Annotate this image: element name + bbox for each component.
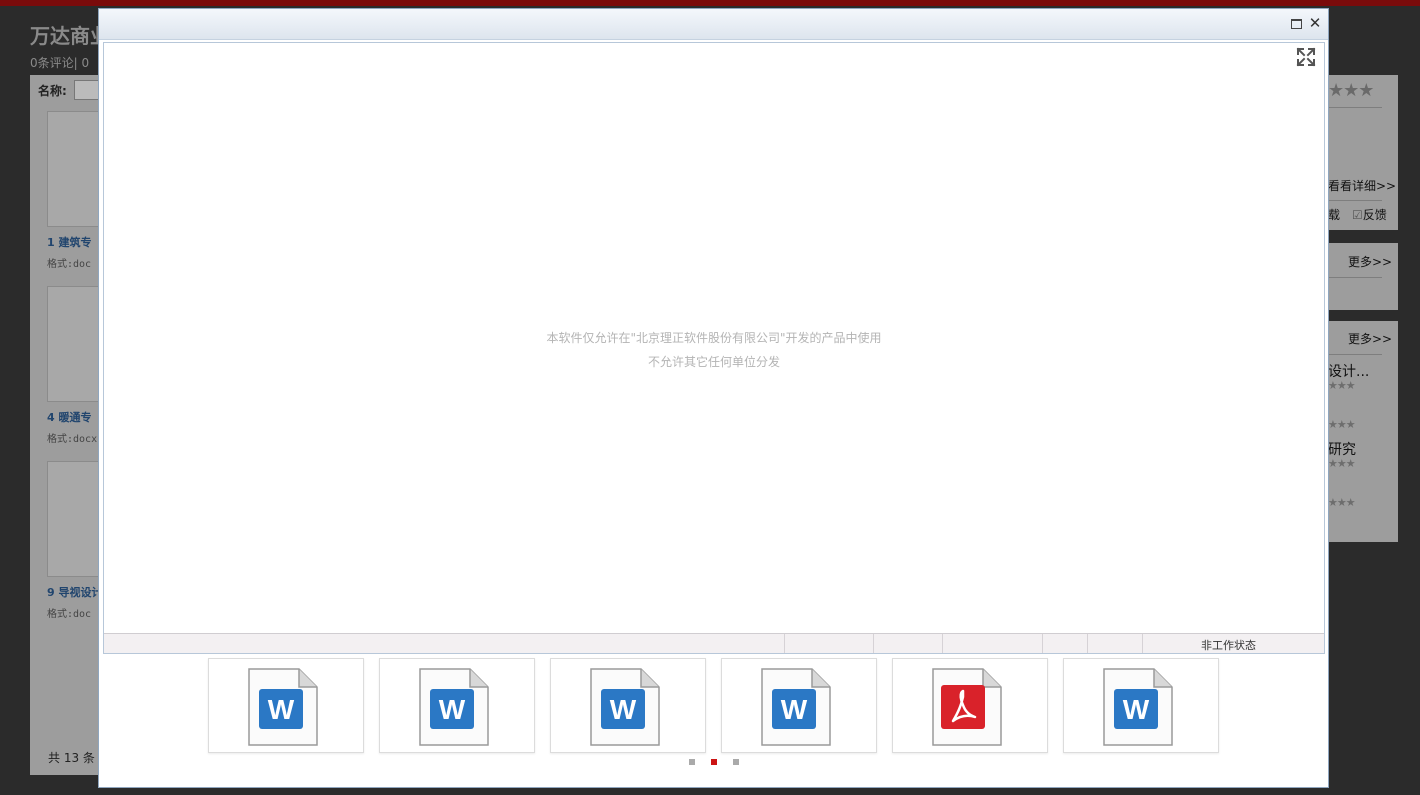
file-preview-thumb[interactable] bbox=[47, 461, 101, 577]
file-preview-thumb[interactable] bbox=[47, 111, 101, 227]
recommend-item-title[interactable]: 设计... bbox=[1328, 361, 1369, 381]
word-file-icon: W bbox=[590, 668, 660, 746]
viewer-status-bar: 非工作状态 bbox=[104, 633, 1324, 653]
status-divider bbox=[942, 634, 943, 653]
word-file-icon: W bbox=[1103, 668, 1173, 746]
file-format: 格式:docx bbox=[47, 434, 98, 445]
svg-text:W: W bbox=[1123, 694, 1150, 725]
word-thumbnail[interactable]: W bbox=[1063, 658, 1219, 753]
file-format: 格式:doc bbox=[47, 259, 92, 270]
word-file-icon: W bbox=[761, 668, 831, 746]
view-detail-link[interactable]: 看看详细>> bbox=[1328, 177, 1396, 194]
pdf-thumbnail[interactable] bbox=[892, 658, 1048, 753]
status-divider bbox=[784, 634, 785, 653]
file-item-link[interactable]: 4 暖通专 bbox=[47, 409, 91, 425]
file-item-link[interactable]: 9 导视设计 bbox=[47, 584, 102, 600]
file-item-link[interactable]: 1 建筑专 bbox=[47, 234, 91, 250]
document-viewer-dialog: ✕ 本软件仅允许在"北京理正软件股份有限公司"开发的产品中使用 不允许其它任何单… bbox=[98, 8, 1329, 788]
close-icon[interactable]: ✕ bbox=[1307, 15, 1323, 31]
work-status-text: 非工作状态 bbox=[1201, 639, 1256, 652]
rating-stars: ★★★ bbox=[1328, 80, 1374, 101]
name-label: 名称: bbox=[38, 84, 67, 98]
svg-text:W: W bbox=[781, 694, 808, 725]
pager-dot-1[interactable] bbox=[689, 759, 695, 765]
feedback-label: 反馈 bbox=[1362, 208, 1387, 222]
recommend-item-stars: ★★★ bbox=[1328, 496, 1356, 509]
license-notice-line2: 不允许其它任何单位分发 bbox=[647, 355, 780, 369]
status-divider bbox=[1087, 634, 1088, 653]
more-link[interactable]: 更多>> bbox=[1348, 253, 1392, 270]
status-divider bbox=[1142, 634, 1143, 653]
file-preview-thumb[interactable] bbox=[47, 286, 101, 402]
comment-count: 0条评论| 0 bbox=[30, 56, 90, 70]
word-file-icon: W bbox=[248, 668, 318, 746]
total-count: 共 13 条 bbox=[48, 751, 95, 765]
file-format: 格式:doc bbox=[47, 609, 92, 620]
word-thumbnail[interactable]: W bbox=[208, 658, 364, 753]
license-notice-line1: 本软件仅允许在"北京理正软件股份有限公司"开发的产品中使用 bbox=[546, 331, 882, 345]
document-viewer-area[interactable]: 本软件仅允许在"北京理正软件股份有限公司"开发的产品中使用 不允许其它任何单位分… bbox=[103, 42, 1325, 654]
recommend-item-stars: ★★★ bbox=[1328, 457, 1356, 470]
fullscreen-icon[interactable] bbox=[1296, 47, 1316, 67]
svg-text:W: W bbox=[610, 694, 637, 725]
download-link[interactable]: 载 bbox=[1328, 206, 1340, 223]
more-link[interactable]: 更多>> bbox=[1348, 330, 1392, 347]
status-divider bbox=[1042, 634, 1043, 653]
recommend-item-title[interactable]: 研究 bbox=[1328, 439, 1356, 459]
svg-text:W: W bbox=[439, 694, 466, 725]
word-thumbnail[interactable]: W bbox=[721, 658, 877, 753]
related-panel: 更多>> bbox=[1328, 243, 1398, 310]
pdf-file-icon bbox=[932, 668, 1002, 746]
feedback-icon: ☑ bbox=[1352, 208, 1363, 222]
dialog-titlebar[interactable]: ✕ bbox=[99, 9, 1328, 40]
feedback-link[interactable]: ☑反馈 bbox=[1352, 206, 1387, 223]
recommend-item-stars: ★★★ bbox=[1328, 379, 1356, 392]
word-thumbnail[interactable]: W bbox=[550, 658, 706, 753]
maximize-icon[interactable] bbox=[1288, 15, 1304, 31]
svg-text:W: W bbox=[268, 694, 295, 725]
pager-dot-2[interactable] bbox=[711, 759, 717, 765]
pager-dot-3[interactable] bbox=[733, 759, 739, 765]
word-thumbnail[interactable]: W bbox=[379, 658, 535, 753]
word-file-icon: W bbox=[419, 668, 489, 746]
top-bar bbox=[0, 0, 1420, 6]
rating-panel: ★★★ 看看详细>> 载 ☑反馈 bbox=[1328, 75, 1398, 230]
status-divider bbox=[873, 634, 874, 653]
recommend-item-stars: ★★★ bbox=[1328, 418, 1356, 431]
recommend-panel: 更多>> 设计... ★★★ ★★★ 研究 ★★★ ★★★ bbox=[1328, 321, 1398, 542]
